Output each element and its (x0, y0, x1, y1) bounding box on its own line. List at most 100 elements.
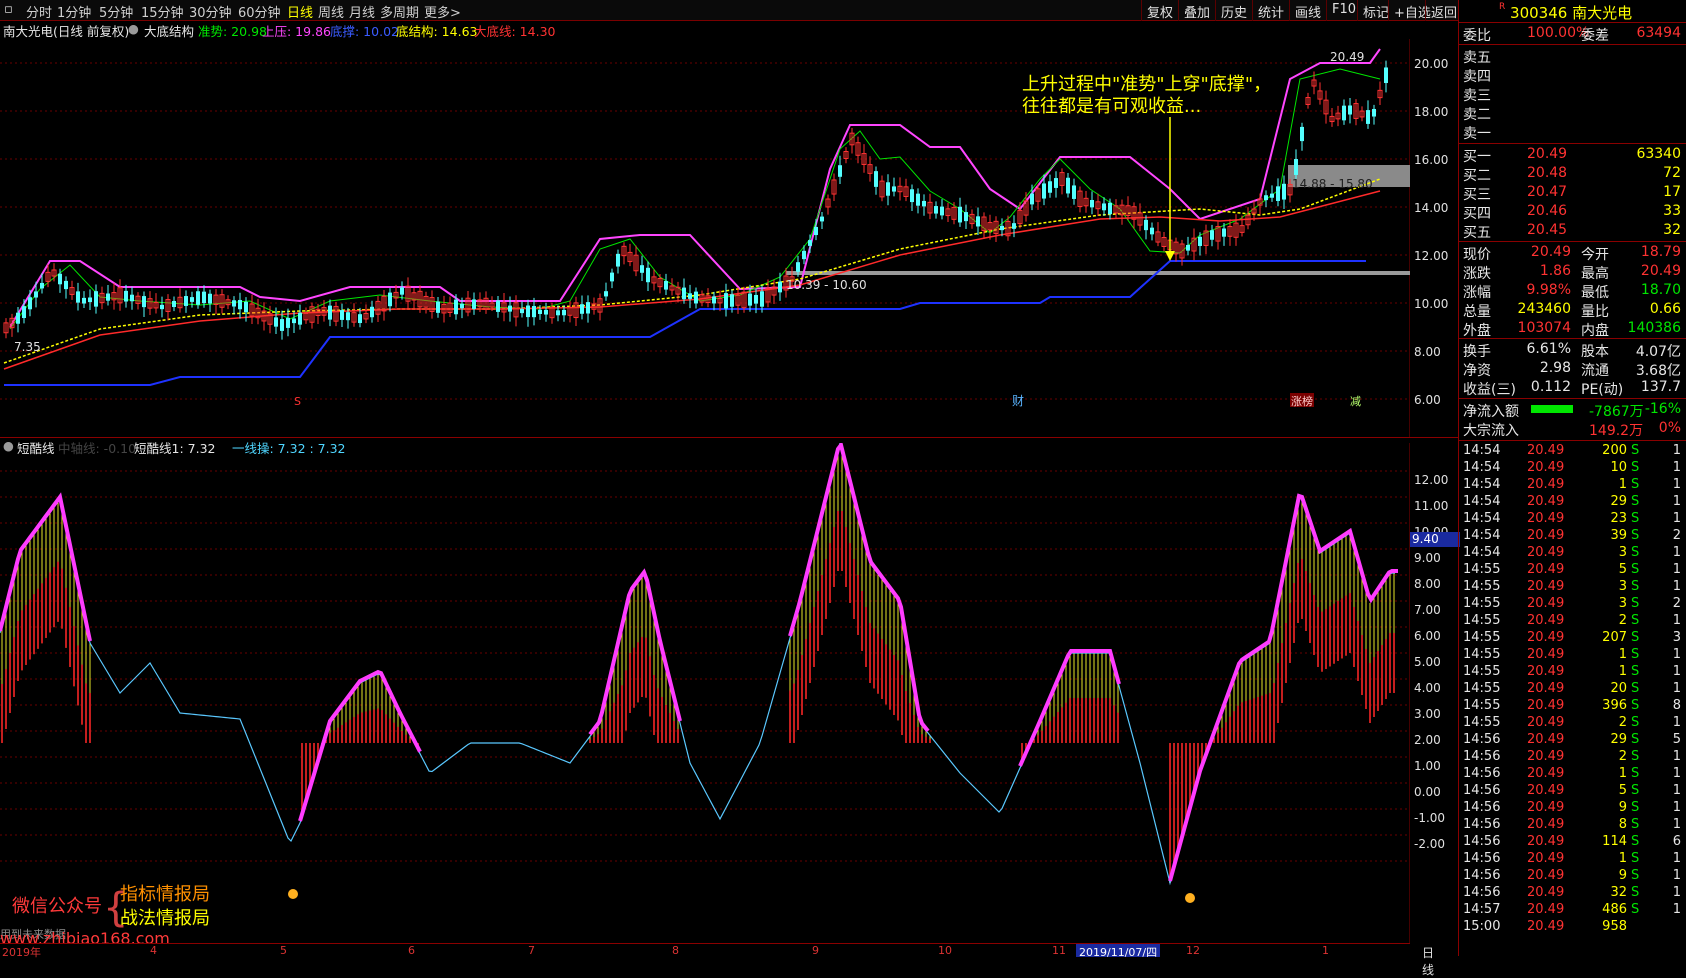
fuquan-button[interactable]: 复权 (1141, 0, 1178, 21)
tick-volume: 396 (1602, 698, 1627, 713)
stats-button[interactable]: 统计 (1252, 0, 1289, 21)
candle-down (610, 272, 614, 282)
period-tab-15min[interactable]: 15分钟 (141, 2, 184, 21)
tick-side: S (1631, 579, 1640, 594)
stat-value: 0.112 (1530, 379, 1571, 395)
tick-count: 1 (1672, 868, 1681, 883)
sub-y-tick: -1.00 (1414, 811, 1446, 825)
candle-down (562, 309, 566, 316)
candle-down (664, 281, 668, 290)
tick-row: 14:54 20.49 39 S 2 (1463, 528, 1685, 545)
buy-level-volume: 63340 (1636, 146, 1681, 162)
x-tick: 2019年 (2, 946, 41, 959)
candle-down (1342, 105, 1346, 121)
period-tab-multi[interactable]: 多周期 (380, 2, 419, 21)
x-tick: 11 (1052, 944, 1066, 957)
stat-value: 1.86 (1539, 263, 1571, 279)
period-tab-fenshi[interactable]: 分时 (26, 2, 52, 21)
candle-down (958, 206, 962, 223)
candle-down (40, 282, 44, 289)
buy-level-label: 买四 (1463, 206, 1491, 222)
x-tick: 9 (812, 944, 819, 957)
stat-label: 流通 (1581, 363, 1609, 379)
indicator-name[interactable]: 大底结构 (144, 21, 194, 40)
indicator-toggle-icon[interactable]: ● (128, 21, 139, 36)
period-tab-more[interactable]: 更多> (424, 2, 461, 21)
candle-down (82, 297, 86, 304)
sub-y-tick: 12.00 (1414, 473, 1449, 487)
candle-down (328, 305, 332, 320)
oscillator-chart[interactable] (0, 443, 1410, 943)
main-y-tick: 12.00 (1414, 249, 1449, 263)
tick-count: 1 (1672, 494, 1681, 509)
period-tab-5min[interactable]: 5分钟 (99, 2, 133, 21)
period-tab-30min[interactable]: 30分钟 (189, 2, 232, 21)
candle-down (838, 165, 842, 177)
tick-side: S (1631, 885, 1640, 900)
quote-stat-row: 外盘 103074 内盘 140386 (1463, 320, 1685, 339)
sell2-label: 卖二 (1463, 107, 1491, 123)
tick-row: 14:55 20.49 2 S 1 (1463, 715, 1685, 732)
net-flow-row: 净流入额 -7867万 -16% (1463, 401, 1685, 420)
drawline-button[interactable]: 画线 (1289, 0, 1326, 21)
buy-level-volume: 17 (1663, 184, 1681, 200)
watermark-label: 微信公众号 (12, 896, 102, 917)
candle-down (1210, 230, 1214, 240)
candle-down (232, 300, 236, 307)
stat-value: 4.07亿 (1635, 344, 1681, 360)
stat-label: 今开 (1581, 247, 1609, 263)
candle-down (88, 297, 92, 303)
tick-price: 20.49 (1527, 885, 1565, 900)
tick-time: 14:55 (1463, 715, 1501, 730)
stat-label: 涨幅 (1463, 285, 1491, 301)
candle-down (184, 296, 188, 306)
return-button[interactable]: 返回 (1425, 0, 1457, 21)
tick-price: 20.49 (1527, 528, 1565, 543)
candle-down (1102, 203, 1106, 211)
tick-time: 14:55 (1463, 613, 1501, 628)
period-tab-1min[interactable]: 1分钟 (57, 2, 91, 21)
tick-side: S (1631, 766, 1640, 781)
stat-label: 涨跌 (1463, 266, 1491, 282)
candle-down (160, 304, 164, 310)
f10-button[interactable]: F10 (1326, 0, 1361, 21)
zhunshi-value: 准势: 20.98 (198, 24, 267, 39)
history-button[interactable]: 历史 (1215, 0, 1252, 21)
stat-value: 20.49 (1640, 263, 1681, 279)
period-tab-weekly[interactable]: 周线 (318, 2, 344, 21)
candle-down (808, 240, 812, 246)
tick-side: S (1631, 528, 1640, 543)
tick-side: S (1631, 681, 1640, 696)
candle-down (778, 281, 782, 293)
tick-volume: 486 (1602, 902, 1627, 917)
candle-down (1270, 193, 1274, 198)
tick-side: S (1631, 511, 1640, 526)
cursor-date-tag: 2019/11/07/四 (1076, 944, 1161, 959)
tick-price: 20.49 (1527, 443, 1565, 458)
buy-level-row: 买五 20.45 32 (1463, 222, 1685, 241)
tick-price: 20.49 (1527, 715, 1565, 730)
period-tab-daily[interactable]: 日线 (287, 2, 313, 21)
period-tab-monthly[interactable]: 月线 (349, 2, 375, 21)
tick-volume: 207 (1602, 630, 1627, 645)
candle-down (976, 216, 980, 227)
main-y-tick: 16.00 (1414, 153, 1449, 167)
tick-row: 14:56 20.49 5 S 1 (1463, 783, 1685, 800)
tick-side: S (1631, 596, 1640, 611)
candle-down (1000, 225, 1004, 231)
candle-down (586, 302, 590, 314)
tick-side: S (1631, 800, 1640, 815)
candle-down (1066, 177, 1070, 194)
candle-down (964, 212, 968, 222)
back-square-icon[interactable]: ▫ (4, 2, 13, 17)
stat-label: 换手 (1463, 344, 1491, 360)
period-toolbar: ▫ 分时 1分钟 5分钟 15分钟 30分钟 60分钟 日线 周线 月线 多周期… (0, 0, 1458, 21)
tick-price: 20.49 (1527, 834, 1565, 849)
period-tab-60min[interactable]: 60分钟 (238, 2, 281, 21)
tick-volume: 3 (1618, 545, 1627, 560)
main-y-tick: 10.00 (1414, 297, 1449, 311)
overlay-button[interactable]: 叠加 (1178, 0, 1215, 21)
tick-price: 20.49 (1527, 477, 1565, 492)
candle-down (1090, 199, 1094, 208)
main-y-tick: 6.00 (1414, 393, 1441, 407)
